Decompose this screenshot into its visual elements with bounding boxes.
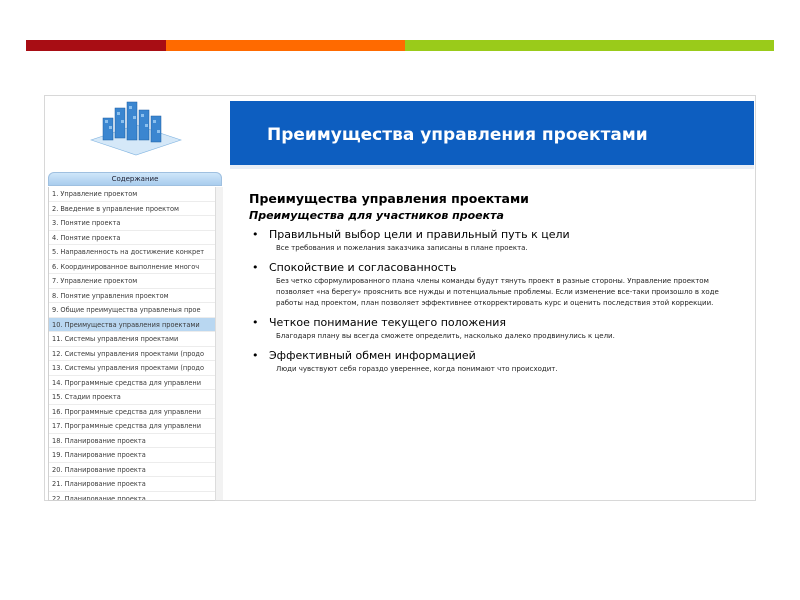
bullet-icon: •: [252, 316, 259, 329]
stripe-segment-green: [405, 40, 774, 51]
toc-item[interactable]: 13. Системы управления проектами (продо: [49, 361, 215, 376]
banner-divider: [230, 165, 754, 169]
bullet-title: Правильный выбор цели и правильный путь …: [269, 228, 570, 241]
toc-header: Содержание: [48, 172, 222, 186]
banner-title: Преимущества управления проектами: [267, 125, 648, 145]
bullet-title: Эффективный обмен информацией: [269, 349, 476, 362]
toc-item[interactable]: 17. Программные средства для управлени: [49, 419, 215, 434]
content-subtitle: Преимущества для участников проекта: [249, 209, 504, 222]
toc-item[interactable]: 9. Общие преимущества управленыя прое: [49, 303, 215, 318]
logo-icon: [90, 101, 182, 156]
toc-item[interactable]: 16. Программные средства для управлени: [49, 405, 215, 419]
toc-item[interactable]: 7. Управление проектом: [49, 274, 215, 289]
presentation-window: Содержание 1. Управление проектом 2. Введ…: [44, 95, 756, 501]
bullet-heading: • Эффективный обмен информацией: [249, 348, 749, 364]
bullet-item: • Четкое понимание текущего положения Благ…: [249, 315, 749, 342]
slide-banner: Преимущества управления проектами: [230, 101, 754, 165]
bullet-icon: •: [252, 349, 259, 362]
toc-item[interactable]: 3. Понятие проекта: [49, 216, 215, 231]
bullet-icon: •: [252, 228, 259, 241]
slide-content: Преимущества управления проектами Преиму…: [249, 191, 749, 381]
toc-scrollbar[interactable]: [215, 187, 223, 500]
bullet-description: Люди чувствуют себя гораздо увереннее, к…: [276, 365, 558, 373]
toc-item[interactable]: 12. Системы управления проектами (продо: [49, 347, 215, 361]
slide-panel: Преимущества управления проектами Преиму…: [230, 101, 754, 497]
toc-item[interactable]: 8. Понятие управления проектом: [49, 289, 215, 303]
toc-item[interactable]: 5. Направленность на достижение конкрет: [49, 245, 215, 260]
bullet-heading: • Четкое понимание текущего положения: [249, 315, 749, 331]
bullet-title: Четкое понимание текущего положения: [269, 316, 507, 329]
bullet-heading: • Спокойствие и согласованность: [249, 260, 749, 276]
bullet-description: Благодаря плану вы всегда сможете опреде…: [276, 332, 615, 340]
toc-item[interactable]: 2. Введение в управление проектом: [49, 202, 215, 216]
toc-item[interactable]: 11. Системы управления проектами: [49, 332, 215, 347]
bullet-item: • Спокойствие и согласованность Без четко …: [249, 260, 749, 309]
bullet-title: Спокойствие и согласованность: [269, 261, 457, 274]
toc-list: 1. Управление проектом 2. Введение в упра…: [48, 187, 215, 501]
bullet-list: • Правильный выбор цели и правильный путь…: [249, 227, 749, 375]
bullet-item: • Правильный выбор цели и правильный путь…: [249, 227, 749, 254]
stripe-segment-orange: [166, 40, 405, 51]
stripe-segment-red: [26, 40, 166, 51]
toc-item[interactable]: 6. Координированное выполнение многоч: [49, 260, 215, 274]
toc-item[interactable]: 18. Планирование проекта: [49, 434, 215, 448]
bullet-item: • Эффективный обмен информацией Люди чувст…: [249, 348, 749, 375]
toc-item[interactable]: 1. Управление проектом: [49, 187, 215, 202]
toc-item[interactable]: 15. Стадии проекта: [49, 390, 215, 405]
bullet-heading: • Правильный выбор цели и правильный путь…: [249, 227, 749, 243]
sidebar: Содержание 1. Управление проектом 2. Введ…: [45, 96, 225, 501]
bullet-description: Без четко сформулированного плана члены …: [276, 277, 719, 307]
toc-item[interactable]: 22. Планирование проекта: [49, 492, 215, 501]
toc-item[interactable]: 19. Планирование проекта: [49, 448, 215, 463]
bullet-icon: •: [252, 261, 259, 274]
toc-item[interactable]: 10. Преимущества управления проектами: [49, 317, 215, 332]
bullet-description: Все требования и пожелания заказчика зап…: [276, 244, 528, 252]
content-title: Преимущества управления проектами: [249, 191, 529, 206]
toc-item[interactable]: 21. Планирование проекта: [49, 477, 215, 492]
toc-item[interactable]: 14. Программные средства для управлени: [49, 376, 215, 390]
decorative-stripe: [26, 40, 774, 51]
toc-item[interactable]: 20. Планирование проекта: [49, 463, 215, 477]
toc-item[interactable]: 4. Понятие проекта: [49, 231, 215, 245]
